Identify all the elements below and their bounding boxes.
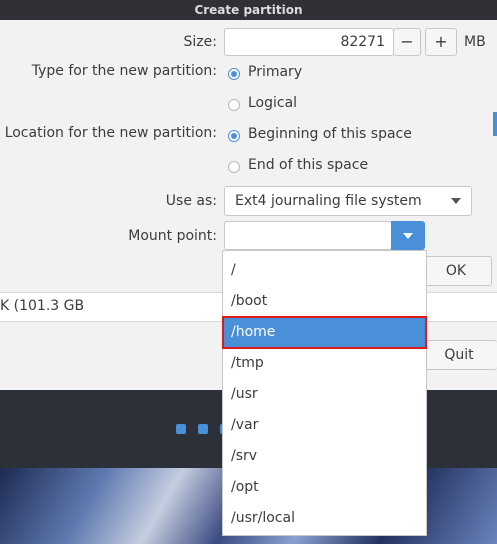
radio-beginning[interactable] — [228, 130, 240, 142]
size-increment-button[interactable]: + — [425, 28, 457, 56]
mount-point-dropdown-button[interactable] — [391, 221, 425, 250]
mount-option[interactable]: /boot — [223, 286, 426, 317]
radio-end-label[interactable]: End of this space — [248, 157, 368, 173]
chevron-down-icon — [451, 198, 461, 204]
size-unit: MB — [464, 34, 486, 50]
radio-logical[interactable] — [228, 99, 240, 111]
mount-option[interactable]: /usr/local — [223, 503, 426, 534]
size-field[interactable]: 82271 — [224, 28, 394, 56]
size-decrement-button[interactable]: − — [393, 28, 421, 56]
scroll-indicator — [493, 112, 497, 136]
use-as-label: Use as: — [165, 193, 217, 209]
radio-primary[interactable] — [228, 68, 240, 80]
mount-option[interactable]: /tmp — [223, 348, 426, 379]
radio-beginning-label[interactable]: Beginning of this space — [248, 126, 412, 142]
mount-option[interactable]: /opt — [223, 472, 426, 503]
radio-logical-label[interactable]: Logical — [248, 95, 297, 111]
mount-label: Mount point: — [128, 228, 217, 244]
mount-point-input[interactable] — [224, 221, 392, 250]
location-label: Location for the new partition: — [4, 125, 217, 141]
mount-option-selected[interactable]: /home — [222, 316, 427, 349]
mount-option[interactable]: /usr — [223, 379, 426, 410]
progress-dot — [176, 424, 186, 434]
mount-option[interactable]: /srv — [223, 441, 426, 472]
radio-end[interactable] — [228, 161, 240, 173]
progress-dot — [198, 424, 208, 434]
radio-primary-label[interactable]: Primary — [248, 64, 302, 80]
size-label: Size: — [183, 34, 217, 50]
use-as-combo[interactable]: Ext4 journaling file system — [224, 186, 472, 216]
mount-point-dropdown-list: / /boot /home /tmp /usr /var /srv /opt /… — [222, 250, 427, 536]
window-title: Create partition — [0, 0, 497, 20]
size-value: 82271 — [340, 34, 385, 50]
mount-option[interactable]: /var — [223, 410, 426, 441]
quit-button[interactable]: Quit — [420, 340, 497, 370]
type-label: Type for the new partition: — [31, 63, 217, 79]
disk-row-text: K (101.3 GB — [0, 298, 85, 314]
chevron-down-icon — [403, 233, 413, 239]
use-as-value: Ext4 journaling file system — [235, 193, 422, 209]
ok-button[interactable]: OK — [420, 256, 492, 286]
mount-option[interactable]: / — [223, 255, 426, 286]
